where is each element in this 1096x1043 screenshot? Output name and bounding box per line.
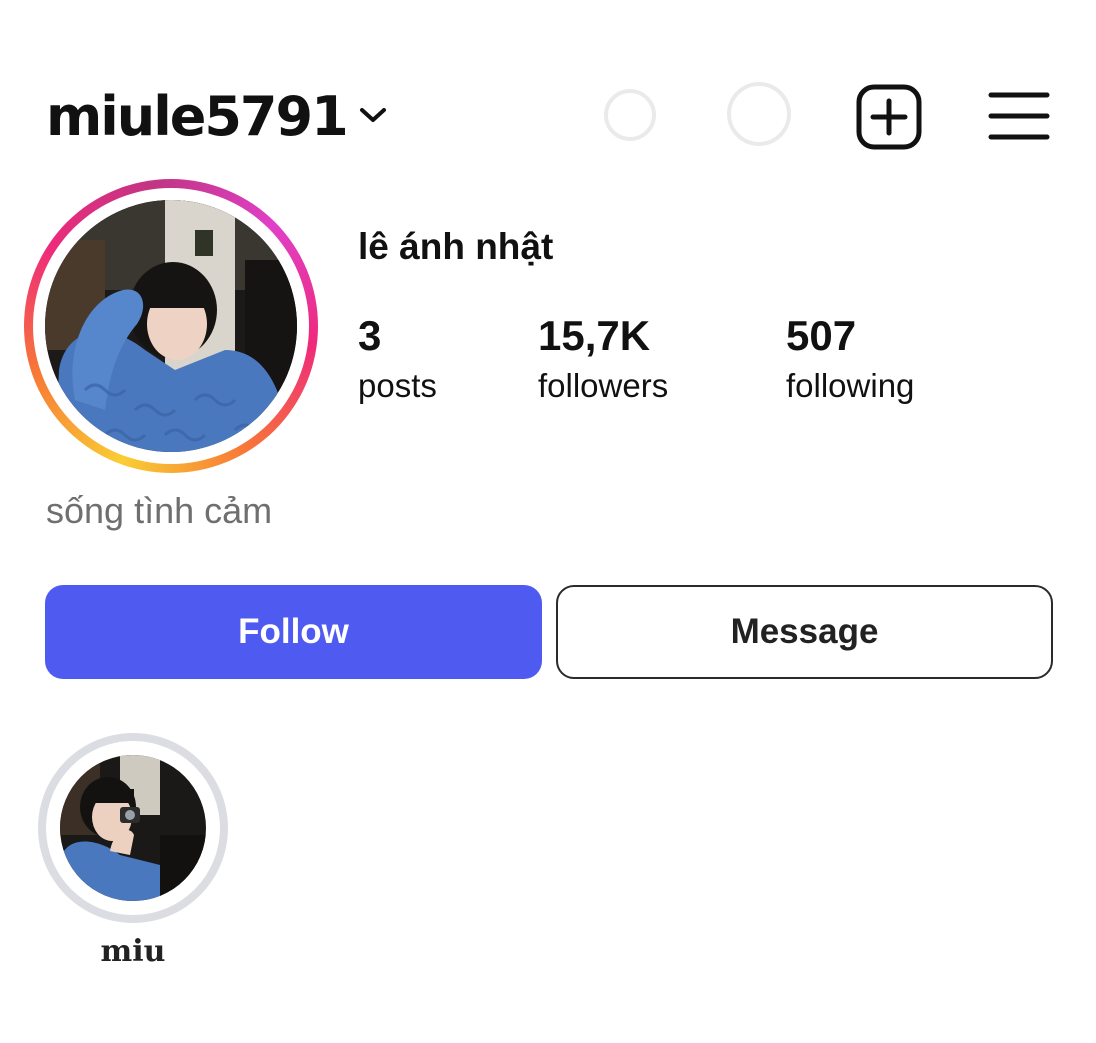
following-count-label: following — [786, 367, 915, 404]
profile-username[interactable]: miule5791 — [46, 82, 349, 152]
profile-avatar[interactable] — [24, 179, 318, 473]
following-count[interactable]: 507 following — [786, 308, 914, 408]
faded-activity-icon — [727, 82, 791, 146]
avatar-image — [45, 200, 297, 452]
menu-icon[interactable] — [988, 90, 1050, 142]
followers-count[interactable]: 15,7K followers — [538, 308, 668, 408]
highlight-cover-image — [60, 755, 206, 901]
followers-count-label: followers — [538, 367, 669, 404]
profile-bio: sống tình cảm — [46, 490, 273, 531]
posts-count-label: posts — [358, 367, 437, 404]
faded-threads-icon — [604, 89, 656, 141]
posts-count: 3 posts — [358, 308, 437, 408]
profile-display-name: lê ánh nhật — [358, 226, 554, 267]
follow-button[interactable]: Follow — [45, 585, 542, 679]
highlight-label: miu — [100, 934, 166, 969]
posts-count-value: 3 — [358, 312, 382, 359]
chevron-down-icon[interactable] — [358, 104, 388, 126]
story-highlight[interactable] — [38, 733, 228, 923]
message-button[interactable]: Message — [556, 585, 1053, 679]
followers-count-value: 15,7K — [538, 312, 651, 359]
following-count-value: 507 — [786, 312, 857, 359]
highlight-ring-gap — [46, 741, 220, 915]
avatar-ring-gap — [33, 188, 309, 464]
add-post-icon[interactable] — [856, 84, 922, 150]
